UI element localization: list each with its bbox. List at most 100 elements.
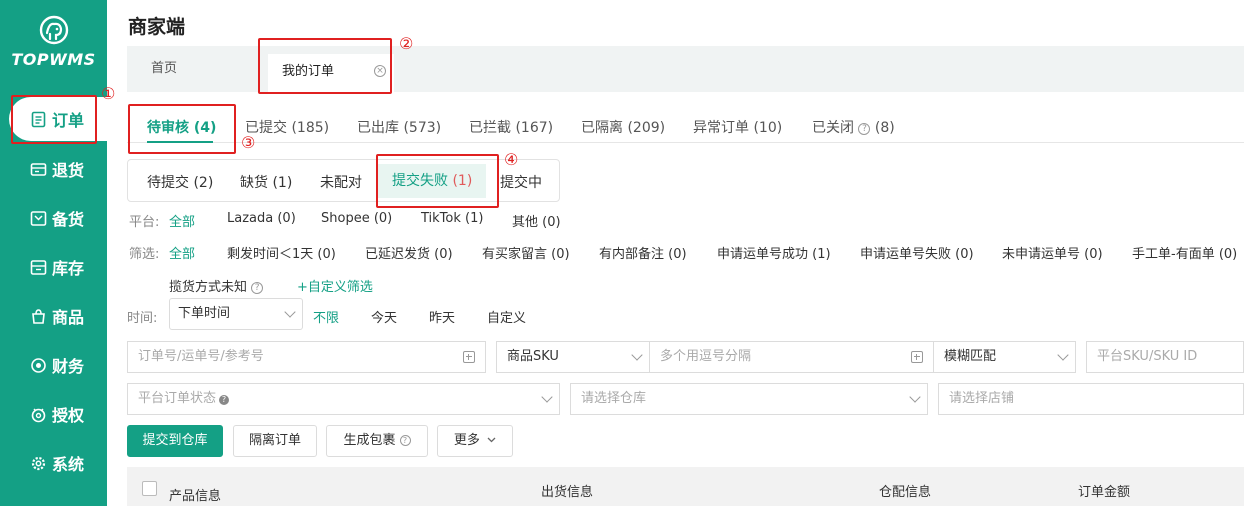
platform-all[interactable]: 全部 [169, 211, 195, 230]
sidebar-item-finance[interactable]: 财务 [0, 343, 107, 387]
platform-sku-placeholder: 平台SKU/SKU ID [1097, 349, 1198, 364]
chevron-down-icon [1057, 349, 1069, 361]
sidebar-item-products[interactable]: 商品 [0, 294, 107, 338]
sidebar-item-returns[interactable]: 退货 [0, 147, 107, 191]
tab-isolated[interactable]: 已隔离 (209) [581, 117, 665, 137]
tab-closed-count: (8) [874, 120, 895, 136]
status-tabs: 待审核 (4) 已提交 (185) 已出库 (573) 已拦截 (167) 已隔… [127, 107, 1244, 143]
screen-pickup-unknown-label: 揽货方式未知 [169, 280, 248, 295]
order-search-input[interactable]: 订单号/运单号/参考号 [127, 341, 486, 373]
column-product-info: 产品信息 [169, 489, 222, 504]
chevron-down-icon [541, 391, 553, 403]
platform-filter-label: 平台: [129, 215, 160, 230]
platform-sku-input[interactable]: 平台SKU/SKU ID [1086, 341, 1244, 373]
sidebar-item-label: 商品 [52, 308, 85, 327]
sidebar-item-label: 授权 [52, 406, 85, 425]
subtab-unpaired[interactable]: 未配对 [320, 172, 362, 192]
expand-icon[interactable] [911, 351, 923, 363]
sidebar-item-inventory[interactable]: 库存 [0, 245, 107, 289]
platform-status-placeholder: 平台订单状态 [138, 391, 217, 406]
platform-shopee[interactable]: Shopee (0) [321, 211, 392, 226]
screen-all[interactable]: 全部 [169, 243, 195, 262]
subtab-submitting[interactable]: 提交中 [500, 172, 542, 192]
subtab-out-of-stock[interactable]: 缺货 (1) [240, 172, 292, 192]
screen-pickup-unknown[interactable]: 揽货方式未知 ? [169, 276, 264, 295]
platform-tiktok[interactable]: TikTok (1) [421, 211, 483, 226]
sidebar: TOPWMS 订单 退货 备货 库存 商品 财务 授权 系统 [0, 0, 107, 506]
help-icon[interactable]: ? [219, 395, 230, 405]
sidebar-item-label: 退货 [52, 161, 85, 180]
tab-shipped[interactable]: 已出库 (573) [357, 117, 441, 137]
screen-buyer-msg[interactable]: 有买家留言 (0) [482, 243, 570, 262]
tab-abnormal[interactable]: 异常订单 (10) [693, 117, 782, 137]
select-all-checkbox[interactable] [142, 481, 157, 496]
sidebar-item-auth[interactable]: 授权 [0, 392, 107, 436]
help-icon[interactable]: ? [858, 123, 871, 135]
platform-status-select[interactable]: 平台订单状态? [127, 383, 560, 415]
platform-other[interactable]: 其他 (0) [512, 211, 561, 230]
return-icon [30, 162, 47, 176]
screen-no-waybill[interactable]: 未申请运单号 (0) [1002, 243, 1103, 262]
tab-closed-label: 已关闭 [812, 120, 854, 136]
auth-icon [31, 407, 46, 422]
screen-waybill-ok[interactable]: 申请运单号成功 (1) [717, 243, 831, 262]
annotation-number-1: ① [101, 84, 116, 103]
logo-icon [39, 15, 68, 45]
time-custom[interactable]: 自定义 [487, 307, 526, 326]
platform-filter: 平台: 全部 Lazada (0) Shopee (0) TikTok (1) … [127, 211, 587, 230]
tab-submitted[interactable]: 已提交 (185) [245, 117, 329, 137]
more-button[interactable]: 更多 [437, 425, 513, 457]
finance-icon [31, 357, 46, 373]
warehouse-select[interactable]: 请选择仓库 [570, 383, 928, 415]
sidebar-item-system[interactable]: 系统 [0, 441, 107, 485]
isolate-order-button[interactable]: 隔离订单 [233, 425, 317, 457]
sidebar-item-stock-prep[interactable]: 备货 [0, 196, 107, 240]
table-header: 产品信息 出货信息 仓配信息 订单金额 [127, 467, 1244, 506]
sidebar-item-label: 系统 [52, 455, 85, 474]
annotation-box-2 [258, 38, 392, 94]
screen-filter-row2: 揽货方式未知 ? +自定义筛选 [127, 276, 527, 295]
subtab-to-submit[interactable]: 待提交 (2) [147, 172, 213, 192]
screen-deadline[interactable]: 剩发时间＜1天 (0) [227, 243, 336, 262]
help-icon[interactable]: ? [399, 435, 411, 446]
generate-package-label: 生成包裹 [343, 433, 396, 448]
custom-filter-link[interactable]: +自定义筛选 [297, 276, 373, 295]
annotation-number-2: ② [399, 34, 414, 53]
screen-internal-note[interactable]: 有内部备注 (0) [599, 243, 687, 262]
sku-search-input[interactable]: 多个用逗号分隔 [649, 341, 934, 373]
tab-intercepted[interactable]: 已拦截 (167) [469, 117, 553, 137]
help-icon[interactable]: ? [251, 282, 264, 294]
screen-waybill-fail[interactable]: 申请运单号失败 (0) [860, 243, 974, 262]
match-mode-select[interactable]: 模糊匹配 [933, 341, 1076, 373]
column-shipping-info: 出货信息 [541, 485, 594, 500]
annotation-box-3 [128, 104, 236, 154]
more-label: 更多 [453, 433, 480, 448]
time-today[interactable]: 今天 [371, 307, 397, 326]
generate-package-button[interactable]: 生成包裹? [326, 425, 428, 457]
logo-text: TOPWMS [11, 50, 96, 69]
product-icon [32, 308, 45, 324]
settings-icon [31, 456, 46, 470]
store-placeholder: 请选择店铺 [949, 391, 1015, 406]
tab-closed[interactable]: 已关闭 ? (8) [812, 117, 895, 137]
inventory-icon [30, 259, 47, 275]
time-options: 不限 今天 昨天 自定义 [127, 307, 547, 326]
time-yesterday[interactable]: 昨天 [429, 307, 455, 326]
screen-delayed[interactable]: 已延迟发货 (0) [365, 243, 453, 262]
match-mode-value: 模糊匹配 [944, 349, 997, 364]
sidebar-item-label: 库存 [52, 259, 85, 278]
annotation-number-4: ④ [504, 150, 519, 169]
submit-to-warehouse-button[interactable]: 提交到仓库 [127, 425, 223, 457]
sku-search-placeholder: 多个用逗号分隔 [660, 349, 752, 364]
sidebar-item-label: 备货 [52, 210, 85, 229]
screen-filter-label: 筛选: [129, 247, 160, 262]
column-order-amount: 订单金额 [1078, 485, 1131, 500]
store-select[interactable]: 请选择店铺 [938, 383, 1244, 415]
time-unlimited[interactable]: 不限 [313, 307, 339, 326]
warehouse-placeholder: 请选择仓库 [581, 391, 647, 406]
expand-icon[interactable] [463, 351, 475, 363]
tab-home[interactable]: 首页 [151, 46, 177, 92]
screen-manual-label[interactable]: 手工单-有面单 (0) [1132, 243, 1237, 262]
platform-lazada[interactable]: Lazada (0) [227, 211, 296, 226]
sku-type-select[interactable]: 商品SKU [496, 341, 650, 373]
